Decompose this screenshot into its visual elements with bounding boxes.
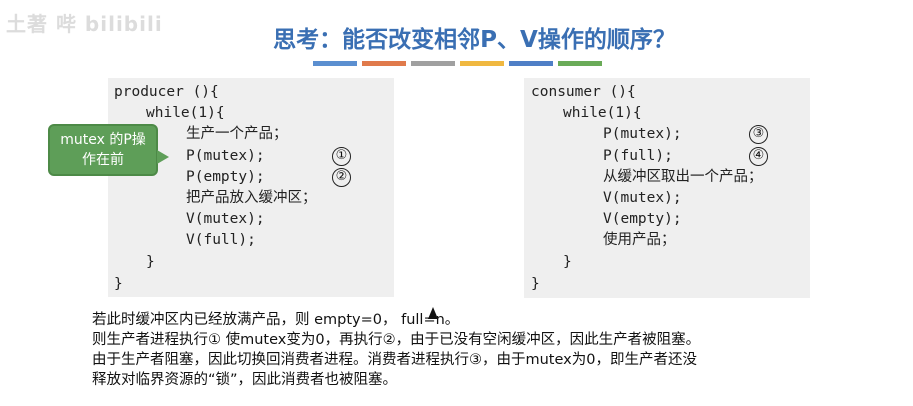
step-marker: ③ [749, 125, 768, 144]
code-line: while(1){ [146, 105, 225, 121]
explanation-line: 释放对临界资源的“锁”，因此消费者也被阻塞。 [92, 372, 398, 388]
step-marker: ① [332, 147, 351, 166]
code-line: P(mutex); [603, 126, 682, 142]
consumer-code-panel: consumer (){ while(1){ P(mutex); P(full)… [524, 78, 810, 298]
color-bar-segment [558, 61, 602, 66]
producer-code-panel: producer (){ while(1){ 生产一个产品； P(mutex);… [108, 78, 394, 297]
code-line: 使用产品； [603, 232, 676, 248]
code-line: 生产一个产品； [186, 126, 288, 142]
code-line: } [531, 276, 540, 292]
code-line: V(mutex); [603, 190, 682, 206]
explanation-line: 由于生产者阻塞，因此切换回消费者进程。消费者进程执行③，由于mutex为0，即生… [92, 352, 697, 368]
code-line: } [146, 254, 155, 270]
slide-title-text: 思考：能否改变相邻P、V操作的顺序？ [273, 27, 676, 53]
code-line: while(1){ [563, 105, 642, 121]
code-line: P(mutex); [186, 148, 265, 164]
color-bar-segment [509, 61, 553, 66]
title-color-bar [313, 61, 602, 66]
color-bar-segment [411, 61, 455, 66]
callout-line: mutex 的P操 [60, 132, 146, 148]
callout-box: mutex 的P操 作在前 [48, 124, 158, 176]
color-bar-segment [460, 61, 504, 66]
code-line: V(full); [186, 232, 256, 248]
code-line: V(empty); [603, 211, 682, 227]
callout-line: 作在前 [82, 152, 124, 168]
code-line: 把产品放入缓冲区； [186, 190, 317, 206]
step-marker: ② [332, 168, 351, 187]
code-line: P(full); [603, 148, 673, 164]
mouse-cursor-icon [428, 307, 438, 319]
code-line: producer (){ [114, 84, 219, 100]
code-line: P(empty); [186, 169, 265, 185]
code-line: 从缓冲区取出一个产品； [603, 169, 763, 185]
explanation-line: 若此时缓冲区内已经放满产品，则 empty=0， full=n。 [92, 312, 460, 328]
color-bar-segment [362, 61, 406, 66]
code-line: } [563, 254, 572, 270]
code-line: V(mutex); [186, 211, 265, 227]
code-line: consumer (){ [531, 84, 636, 100]
color-bar-segment [313, 61, 357, 66]
explanation-line: 则生产者进程执行① 使mutex变为0，再执行②，由于已没有空闲缓冲区，因此生产… [92, 332, 701, 348]
explanation-text: 若此时缓冲区内已经放满产品，则 empty=0， full=n。 则生产者进程执… [92, 310, 892, 390]
callout-pointer [157, 150, 169, 164]
step-marker: ④ [749, 147, 768, 166]
slide-title: 思考：能否改变相邻P、V操作的顺序？ [0, 20, 913, 54]
code-line: } [114, 276, 123, 292]
